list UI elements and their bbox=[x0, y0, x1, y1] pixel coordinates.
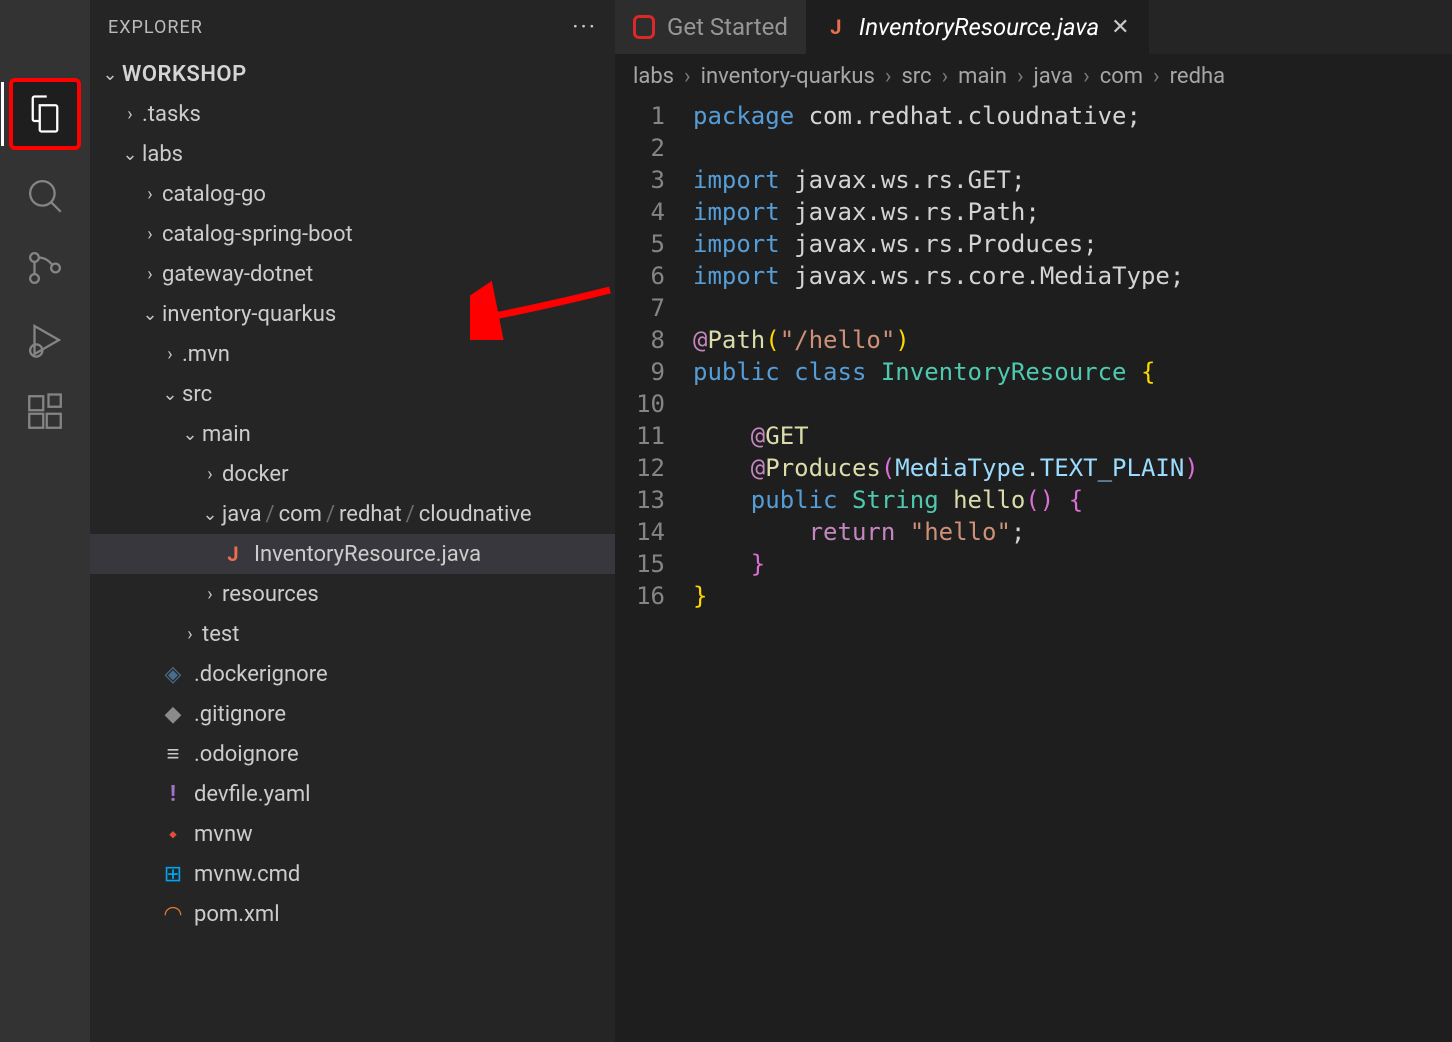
maven-icon: ⬩ bbox=[162, 822, 184, 847]
xml-file-icon: ◠ bbox=[162, 902, 184, 927]
chevron-down-icon: ⌄ bbox=[118, 144, 142, 165]
folder-resources[interactable]: › resources bbox=[90, 574, 615, 614]
chevron-right-icon: › bbox=[885, 64, 892, 89]
tab-get-started[interactable]: Get Started bbox=[615, 0, 807, 54]
folder-catalog-go[interactable]: › catalog-go bbox=[90, 174, 615, 214]
chevron-right-icon: › bbox=[1083, 64, 1090, 89]
line-number-gutter: 12345678910111213141516 bbox=[615, 98, 693, 1042]
breadcrumbs[interactable]: labs › inventory-quarkus › src › main › java… bbox=[615, 54, 1452, 98]
crumb[interactable]: inventory-quarkus bbox=[701, 64, 875, 89]
java-file-icon: J bbox=[222, 542, 244, 566]
chevron-right-icon: › bbox=[138, 264, 162, 285]
chevron-down-icon: ⌄ bbox=[158, 384, 182, 405]
file-odoignore[interactable]: ≡ .odoignore bbox=[90, 734, 615, 774]
explorer-sidebar: EXPLORER ··· ⌄ WORKSHOP › .tasks ⌄ labs … bbox=[90, 0, 615, 1042]
file-inventory-resource[interactable]: J InventoryResource.java bbox=[90, 534, 615, 574]
redhat-icon bbox=[633, 16, 655, 38]
activity-search[interactable] bbox=[9, 160, 81, 232]
chevron-right-icon: › bbox=[138, 184, 162, 205]
sidebar-title: EXPLORER bbox=[108, 17, 203, 38]
chevron-down-icon: ⌄ bbox=[98, 64, 122, 85]
crumb[interactable]: redha bbox=[1170, 64, 1225, 89]
text-file-icon: ≡ bbox=[162, 741, 184, 767]
activity-source-control[interactable] bbox=[9, 232, 81, 304]
chevron-right-icon: › bbox=[684, 64, 691, 89]
tab-inventory-resource[interactable]: J InventoryResource.java ✕ bbox=[807, 0, 1149, 54]
folder-docker[interactable]: › docker bbox=[90, 454, 615, 494]
windows-icon: ⊞ bbox=[162, 862, 184, 887]
chevron-right-icon: › bbox=[178, 624, 202, 645]
docker-icon: ◈ bbox=[162, 662, 184, 687]
crumb[interactable]: labs bbox=[633, 64, 674, 89]
folder-gateway-dotnet[interactable]: › gateway-dotnet bbox=[90, 254, 615, 294]
close-icon[interactable]: ✕ bbox=[1111, 15, 1129, 40]
chevron-right-icon: › bbox=[118, 104, 142, 125]
folder-java-path[interactable]: ⌄ java/com/redhat/cloudnative bbox=[90, 494, 615, 534]
chevron-down-icon: ⌄ bbox=[198, 504, 222, 525]
editor-area: Get Started J InventoryResource.java ✕ l… bbox=[615, 0, 1452, 1042]
file-gitignore[interactable]: ◆ .gitignore bbox=[90, 694, 615, 734]
chevron-right-icon: › bbox=[1153, 64, 1160, 89]
crumb[interactable]: main bbox=[958, 64, 1007, 89]
chevron-right-icon: › bbox=[198, 584, 222, 605]
activity-extensions[interactable] bbox=[9, 376, 81, 448]
chevron-down-icon: ⌄ bbox=[178, 424, 202, 445]
code-content[interactable]: package com.redhat.cloudnative; import j… bbox=[693, 98, 1452, 1042]
file-tree: ⌄ WORKSHOP › .tasks ⌄ labs › catalog-go … bbox=[90, 54, 615, 1042]
ellipsis-icon[interactable]: ··· bbox=[572, 13, 597, 41]
crumb[interactable]: src bbox=[901, 64, 931, 89]
java-file-icon: J bbox=[825, 16, 847, 38]
activity-run-debug[interactable] bbox=[9, 304, 81, 376]
folder-tasks[interactable]: › .tasks bbox=[90, 94, 615, 134]
file-devfile[interactable]: ! devfile.yaml bbox=[90, 774, 615, 814]
chevron-right-icon: › bbox=[198, 464, 222, 485]
chevron-right-icon: › bbox=[138, 224, 162, 245]
chevron-down-icon: ⌄ bbox=[138, 304, 162, 325]
file-pom[interactable]: ◠ pom.xml bbox=[90, 894, 615, 934]
activity-bar bbox=[0, 0, 90, 1042]
folder-mvn[interactable]: › .mvn bbox=[90, 334, 615, 374]
folder-catalog-spring-boot[interactable]: › catalog-spring-boot bbox=[90, 214, 615, 254]
file-dockerignore[interactable]: ◈ .dockerignore bbox=[90, 654, 615, 694]
folder-labs[interactable]: ⌄ labs bbox=[90, 134, 615, 174]
folder-test[interactable]: › test bbox=[90, 614, 615, 654]
chevron-right-icon: › bbox=[1017, 64, 1024, 89]
menu-icon[interactable] bbox=[25, 22, 65, 62]
chevron-right-icon: › bbox=[158, 344, 182, 365]
file-mvnw-cmd[interactable]: ⊞ mvnw.cmd bbox=[90, 854, 615, 894]
tree-root[interactable]: ⌄ WORKSHOP bbox=[90, 54, 615, 94]
folder-src[interactable]: ⌄ src bbox=[90, 374, 615, 414]
crumb[interactable]: java bbox=[1034, 64, 1074, 89]
chevron-right-icon: › bbox=[942, 64, 949, 89]
yaml-file-icon: ! bbox=[162, 782, 184, 807]
code-editor[interactable]: 12345678910111213141516 package com.redh… bbox=[615, 98, 1452, 1042]
folder-inventory-quarkus[interactable]: ⌄ inventory-quarkus bbox=[90, 294, 615, 334]
file-mvnw[interactable]: ⬩ mvnw bbox=[90, 814, 615, 854]
crumb[interactable]: com bbox=[1100, 64, 1143, 89]
activity-explorer[interactable] bbox=[9, 78, 81, 150]
git-icon: ◆ bbox=[162, 702, 184, 727]
editor-tabs: Get Started J InventoryResource.java ✕ bbox=[615, 0, 1452, 54]
folder-main[interactable]: ⌄ main bbox=[90, 414, 615, 454]
